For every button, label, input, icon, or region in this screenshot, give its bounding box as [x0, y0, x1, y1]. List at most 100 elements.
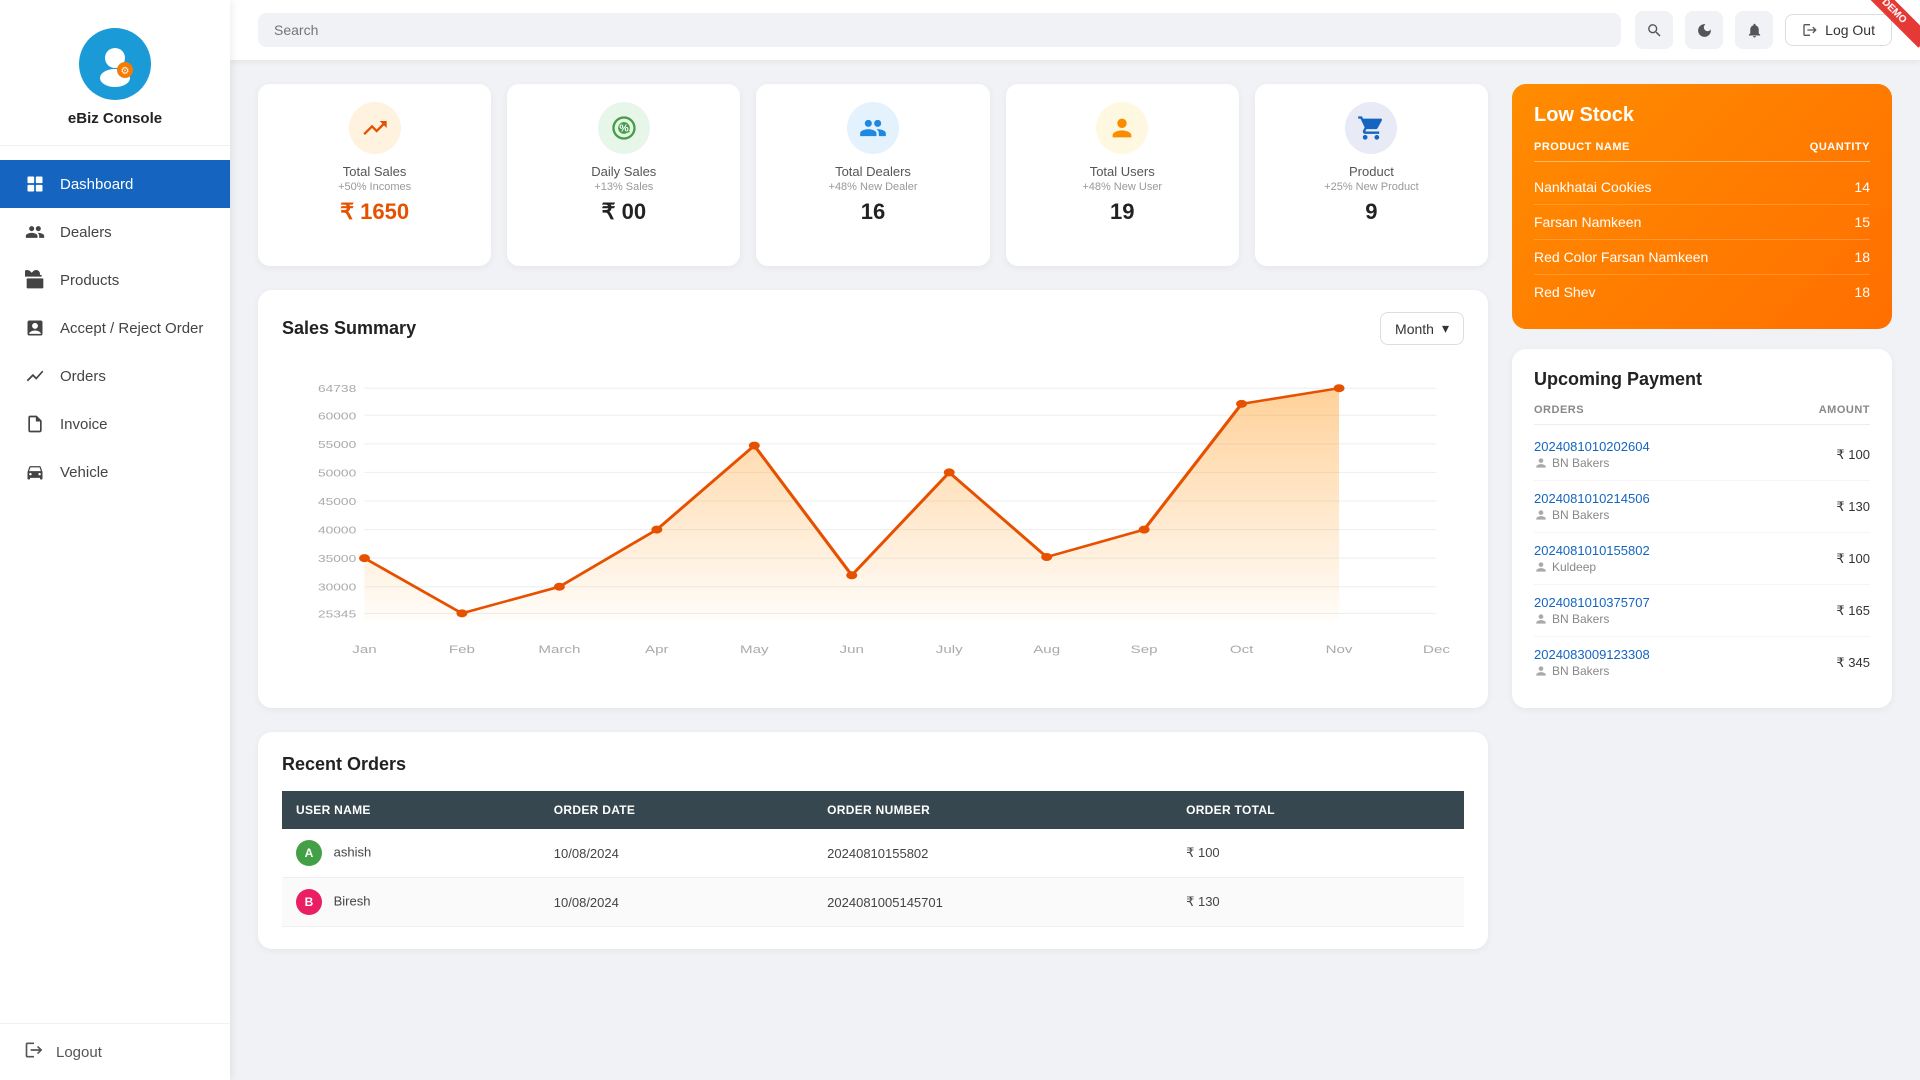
svg-text:35000: 35000: [318, 553, 357, 565]
svg-text:25345: 25345: [318, 608, 357, 620]
sidebar-item-products[interactable]: Products: [0, 256, 230, 304]
logout-button[interactable]: Log Out: [1785, 14, 1892, 46]
up-order-id[interactable]: 2024081010155802: [1534, 543, 1650, 558]
up-user: BN Bakers: [1534, 456, 1650, 470]
list-item: 2024081010202604 BN Bakers ₹ 100: [1534, 429, 1870, 481]
stat-card-total-users: Total Users +48% New User 19: [1006, 84, 1239, 266]
product-sub: +25% New Product: [1324, 181, 1418, 193]
svg-text:Dec: Dec: [1423, 643, 1450, 655]
svg-text:30000: 30000: [318, 582, 357, 594]
svg-text:45000: 45000: [318, 496, 357, 508]
up-order-id[interactable]: 2024083009123308: [1534, 647, 1650, 662]
dashboard-icon: [24, 173, 46, 195]
month-select[interactable]: Month ▾: [1380, 312, 1464, 345]
svg-text:Nov: Nov: [1326, 643, 1353, 655]
col-order-number: ORDER NUMBER: [813, 791, 1172, 829]
logout-sidebar-button[interactable]: Logout: [24, 1040, 206, 1064]
topbar-actions: Log Out: [1635, 11, 1892, 49]
total-users-sub: +48% New User: [1082, 181, 1162, 193]
recent-orders-title: Recent Orders: [282, 754, 1464, 775]
ls-item-qty: 18: [1854, 249, 1870, 265]
upcoming-payment-card: Upcoming Payment ORDERS AMOUNT 202408101…: [1512, 349, 1892, 708]
table-header-row: USER NAME ORDER DATE ORDER NUMBER ORDER …: [282, 791, 1464, 829]
order-user: B Biresh: [282, 878, 540, 927]
list-item: Nankhatai Cookies 14: [1534, 170, 1870, 205]
up-amount: ₹ 345: [1836, 655, 1870, 671]
sidebar-item-accept-reject-label: Accept / Reject Order: [60, 320, 203, 337]
order-total: ₹ 130: [1172, 878, 1464, 927]
svg-text:March: March: [538, 643, 580, 655]
sidebar-item-dashboard[interactable]: Dashboard: [0, 160, 230, 208]
up-col-orders: ORDERS: [1534, 404, 1584, 416]
avatar: A: [296, 840, 322, 866]
svg-text:May: May: [740, 643, 769, 655]
vehicle-icon: [24, 461, 46, 483]
ls-item-qty: 15: [1854, 214, 1870, 230]
total-users-label: Total Users: [1090, 164, 1155, 179]
nav: Dashboard Dealers Products Accept / Reje…: [0, 146, 230, 1023]
up-user: BN Bakers: [1534, 612, 1650, 626]
daily-sales-value: ₹ 00: [602, 199, 647, 225]
notification-button[interactable]: [1735, 11, 1773, 49]
svg-text:July: July: [936, 643, 963, 655]
svg-text:60000: 60000: [318, 410, 357, 422]
up-user: Kuldeep: [1534, 560, 1650, 574]
up-order-id[interactable]: 2024081010375707: [1534, 595, 1650, 610]
svg-text:64738: 64738: [318, 383, 357, 395]
accept-reject-icon: [24, 317, 46, 339]
svg-text:Sep: Sep: [1131, 643, 1158, 655]
recent-orders-table: USER NAME ORDER DATE ORDER NUMBER ORDER …: [282, 791, 1464, 927]
svg-text:Jun: Jun: [840, 643, 864, 655]
up-amount: ₹ 165: [1836, 603, 1870, 619]
sidebar-item-orders-label: Orders: [60, 368, 106, 385]
low-stock-header: PRODUCT NAME QUANTITY: [1534, 141, 1870, 162]
sidebar-footer: Logout: [0, 1023, 230, 1080]
sales-summary-card: Sales Summary Month ▾ 647386000055000500…: [258, 290, 1488, 708]
logout-button-label: Log Out: [1825, 22, 1875, 38]
stats-row: Total Sales +50% Incomes ₹ 1650 % Daily …: [258, 84, 1488, 266]
sidebar-item-orders[interactable]: Orders: [0, 352, 230, 400]
svg-text:Jan: Jan: [352, 643, 376, 655]
search-input[interactable]: [258, 13, 1621, 47]
col-user-name: USER NAME: [282, 791, 540, 829]
sidebar-item-vehicle[interactable]: Vehicle: [0, 448, 230, 496]
sidebar-item-accept-reject[interactable]: Accept / Reject Order: [0, 304, 230, 352]
col-order-date: ORDER DATE: [540, 791, 813, 829]
brand-name: eBiz Console: [68, 110, 162, 127]
dark-mode-button[interactable]: [1685, 11, 1723, 49]
order-user: A ashish: [282, 829, 540, 878]
recent-orders-card: Recent Orders USER NAME ORDER DATE ORDER…: [258, 732, 1488, 949]
up-order-id[interactable]: 2024081010214506: [1534, 491, 1650, 506]
up-col-amount: AMOUNT: [1819, 404, 1870, 416]
orders-icon: [24, 365, 46, 387]
up-user: BN Bakers: [1534, 508, 1650, 522]
daily-sales-label: Daily Sales: [591, 164, 656, 179]
upcoming-payment-rows: 2024081010202604 BN Bakers ₹ 100 2024081…: [1534, 429, 1870, 688]
total-dealers-sub: +48% New Dealer: [829, 181, 918, 193]
sidebar-item-dealers[interactable]: Dealers: [0, 208, 230, 256]
ls-col-qty: QUANTITY: [1810, 141, 1870, 153]
total-dealers-label: Total Dealers: [835, 164, 911, 179]
svg-text:Oct: Oct: [1230, 643, 1254, 655]
order-total: ₹ 100: [1172, 829, 1464, 878]
up-order-id[interactable]: 2024081010202604: [1534, 439, 1650, 454]
sidebar-item-products-label: Products: [60, 272, 119, 289]
ls-item-name: Farsan Namkeen: [1534, 214, 1641, 230]
up-user: BN Bakers: [1534, 664, 1650, 678]
sidebar-item-vehicle-label: Vehicle: [60, 464, 108, 481]
ls-col-name: PRODUCT NAME: [1534, 141, 1630, 153]
ls-item-qty: 14: [1854, 179, 1870, 195]
list-item: 2024081010155802 Kuldeep ₹ 100: [1534, 533, 1870, 585]
up-order-info: 2024081010214506 BN Bakers: [1534, 491, 1650, 522]
ls-item-name: Nankhatai Cookies: [1534, 179, 1652, 195]
product-icon: [1345, 102, 1397, 154]
topbar: Log Out: [230, 0, 1920, 60]
sidebar-item-invoice[interactable]: Invoice: [0, 400, 230, 448]
up-order-info: 2024081010155802 Kuldeep: [1534, 543, 1650, 574]
logout-sidebar-label: Logout: [56, 1044, 102, 1061]
search-button[interactable]: [1635, 11, 1673, 49]
chevron-down-icon: ▾: [1442, 320, 1449, 337]
total-users-value: 19: [1110, 199, 1134, 225]
order-number: 20240810155802: [813, 829, 1172, 878]
upcoming-payment-title: Upcoming Payment: [1534, 369, 1870, 390]
